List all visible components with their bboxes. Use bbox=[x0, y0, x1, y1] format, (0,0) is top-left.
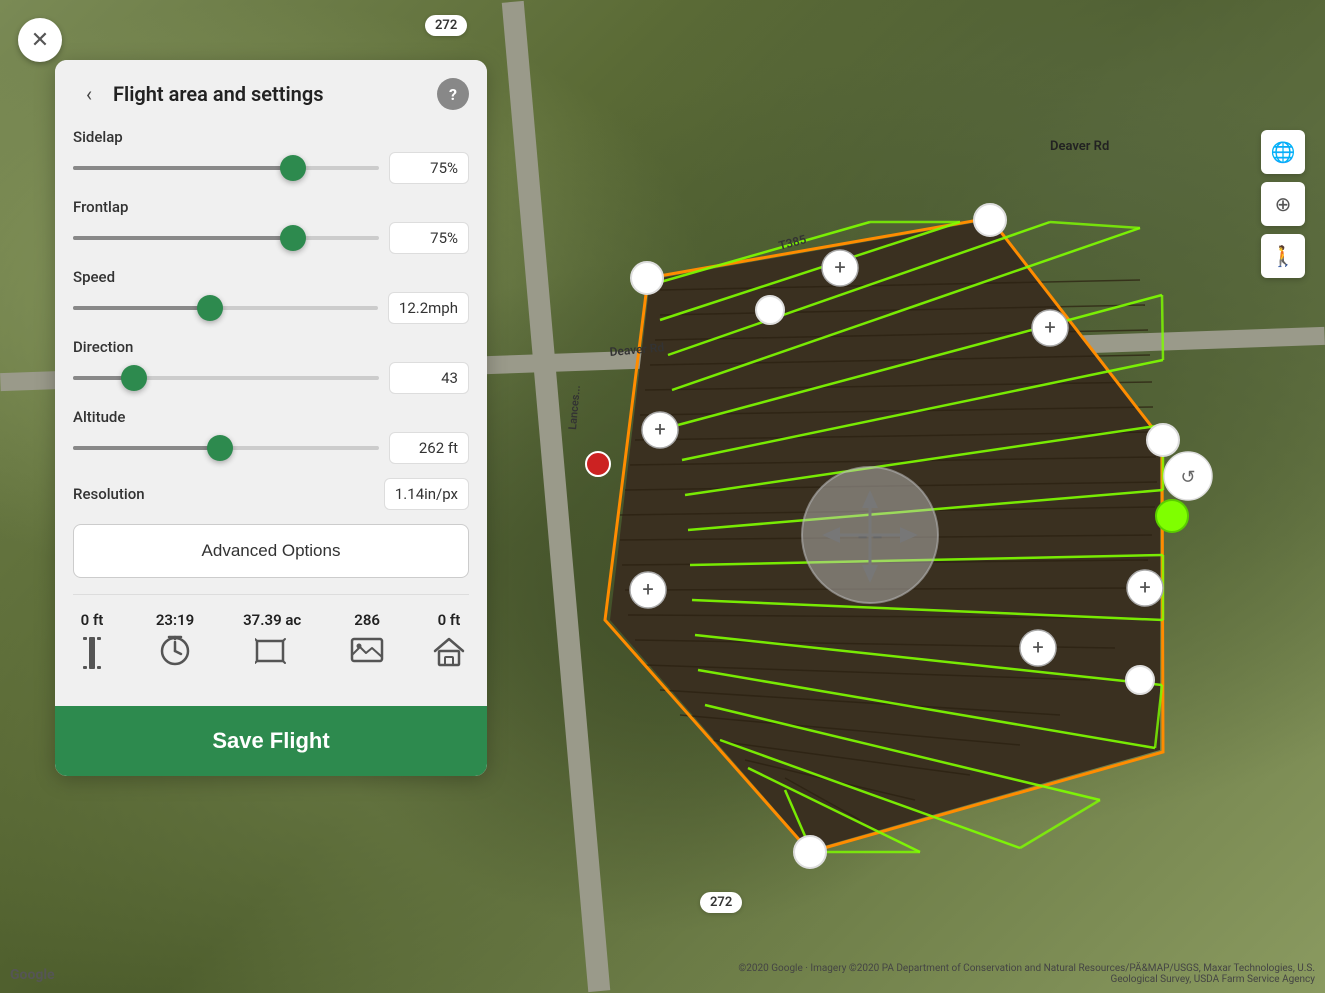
panel-title: Flight area and settings bbox=[113, 82, 429, 106]
altitude-track-container[interactable] bbox=[73, 438, 379, 458]
stat-distance: 0 ft bbox=[77, 611, 107, 678]
route-badge-top: 272 bbox=[425, 15, 467, 36]
speed-fill bbox=[73, 306, 210, 310]
panel-content: Sidelap 75% Frontlap bbox=[55, 124, 487, 595]
close-button[interactable]: ✕ bbox=[18, 18, 62, 62]
frontlap-track-container[interactable] bbox=[73, 228, 379, 248]
panel-bottom: 0 ft 23:19 bbox=[55, 611, 487, 698]
svg-text:+: + bbox=[1044, 315, 1055, 339]
stat-images-value: 286 bbox=[354, 611, 380, 629]
direction-thumb[interactable] bbox=[121, 365, 147, 391]
sidelap-value: 75% bbox=[389, 152, 469, 184]
frontlap-thumb[interactable] bbox=[280, 225, 306, 251]
help-button[interactable]: ? bbox=[437, 78, 469, 110]
map-controls: 🌐 ⊕ 🚶 bbox=[1261, 130, 1305, 284]
sidelap-thumb[interactable] bbox=[280, 155, 306, 181]
google-watermark: Google bbox=[10, 967, 55, 983]
save-flight-button[interactable]: Save Flight bbox=[55, 706, 487, 776]
side-panel: ‹ Flight area and settings ? Sidelap 75%… bbox=[55, 60, 487, 776]
globe-button[interactable]: 🌐 bbox=[1261, 130, 1305, 174]
frontlap-label: Frontlap bbox=[73, 198, 469, 216]
sidelap-row: Sidelap 75% bbox=[73, 128, 469, 184]
speed-control: 12.2mph bbox=[73, 292, 469, 324]
altitude-fill bbox=[73, 446, 220, 450]
frontlap-fill bbox=[73, 236, 293, 240]
route-badge-bottom: 272 bbox=[700, 892, 742, 913]
svg-text:Deaver Rd: Deaver Rd bbox=[1050, 139, 1109, 154]
map-attribution: ©2020 Google · Imagery ©2020 PA Departme… bbox=[715, 963, 1315, 985]
images-icon bbox=[350, 635, 384, 672]
panel-header: ‹ Flight area and settings ? bbox=[55, 60, 487, 124]
area-icon bbox=[255, 635, 289, 672]
altitude-track bbox=[73, 446, 379, 450]
frontlap-track bbox=[73, 236, 379, 240]
stat-home-value: 0 ft bbox=[438, 611, 461, 629]
svg-text:+: + bbox=[642, 577, 653, 601]
altitude-row: Altitude 262 ft bbox=[73, 408, 469, 464]
frontlap-value: 75% bbox=[389, 222, 469, 254]
svg-text:↺: ↺ bbox=[1180, 467, 1195, 488]
speed-track bbox=[73, 306, 378, 310]
sidelap-control: 75% bbox=[73, 152, 469, 184]
frontlap-control: 75% bbox=[73, 222, 469, 254]
stat-time: 23:19 bbox=[156, 611, 194, 674]
resolution-row: Resolution 1.14in/px bbox=[73, 478, 469, 510]
advanced-options-button[interactable]: Advanced Options bbox=[73, 524, 469, 578]
direction-control: 43 bbox=[73, 362, 469, 394]
svg-text:Lances...: Lances... bbox=[566, 385, 583, 431]
streetview-button[interactable]: 🚶 bbox=[1261, 234, 1305, 278]
home-icon bbox=[433, 635, 465, 676]
speed-track-container[interactable] bbox=[73, 298, 378, 318]
speed-value: 12.2mph bbox=[388, 292, 469, 324]
sidelap-track-container[interactable] bbox=[73, 158, 379, 178]
stat-images: 286 bbox=[350, 611, 384, 672]
time-icon bbox=[159, 635, 191, 674]
distance-icon bbox=[77, 635, 107, 678]
stats-row: 0 ft 23:19 bbox=[73, 611, 469, 678]
svg-text:+: + bbox=[1139, 575, 1150, 599]
altitude-label: Altitude bbox=[73, 408, 469, 426]
altitude-control: 262 ft bbox=[73, 432, 469, 464]
resolution-value: 1.14in/px bbox=[384, 478, 469, 510]
direction-track-container[interactable] bbox=[73, 368, 379, 388]
stat-area: 37.39 ac bbox=[243, 611, 301, 672]
direction-track bbox=[73, 376, 379, 380]
svg-text:+: + bbox=[1032, 635, 1043, 659]
divider bbox=[73, 594, 469, 595]
stat-area-value: 37.39 ac bbox=[243, 611, 301, 629]
stat-time-value: 23:19 bbox=[156, 611, 194, 629]
speed-row: Speed 12.2mph bbox=[73, 268, 469, 324]
sidelap-track bbox=[73, 166, 379, 170]
direction-label: Direction bbox=[73, 338, 469, 356]
frontlap-row: Frontlap 75% bbox=[73, 198, 469, 254]
compass-button[interactable]: ⊕ bbox=[1261, 182, 1305, 226]
svg-text:+: + bbox=[654, 417, 665, 441]
altitude-thumb[interactable] bbox=[207, 435, 233, 461]
altitude-value: 262 ft bbox=[389, 432, 469, 464]
stat-home: 0 ft bbox=[433, 611, 465, 676]
sidelap-label: Sidelap bbox=[73, 128, 469, 146]
direction-row: Direction 43 bbox=[73, 338, 469, 394]
back-button[interactable]: ‹ bbox=[73, 78, 105, 110]
speed-label: Speed bbox=[73, 268, 469, 286]
resolution-label: Resolution bbox=[73, 485, 384, 503]
sidelap-fill bbox=[73, 166, 293, 170]
svg-text:+: + bbox=[834, 255, 845, 279]
speed-thumb[interactable] bbox=[197, 295, 223, 321]
direction-value: 43 bbox=[389, 362, 469, 394]
stat-distance-value: 0 ft bbox=[81, 611, 104, 629]
